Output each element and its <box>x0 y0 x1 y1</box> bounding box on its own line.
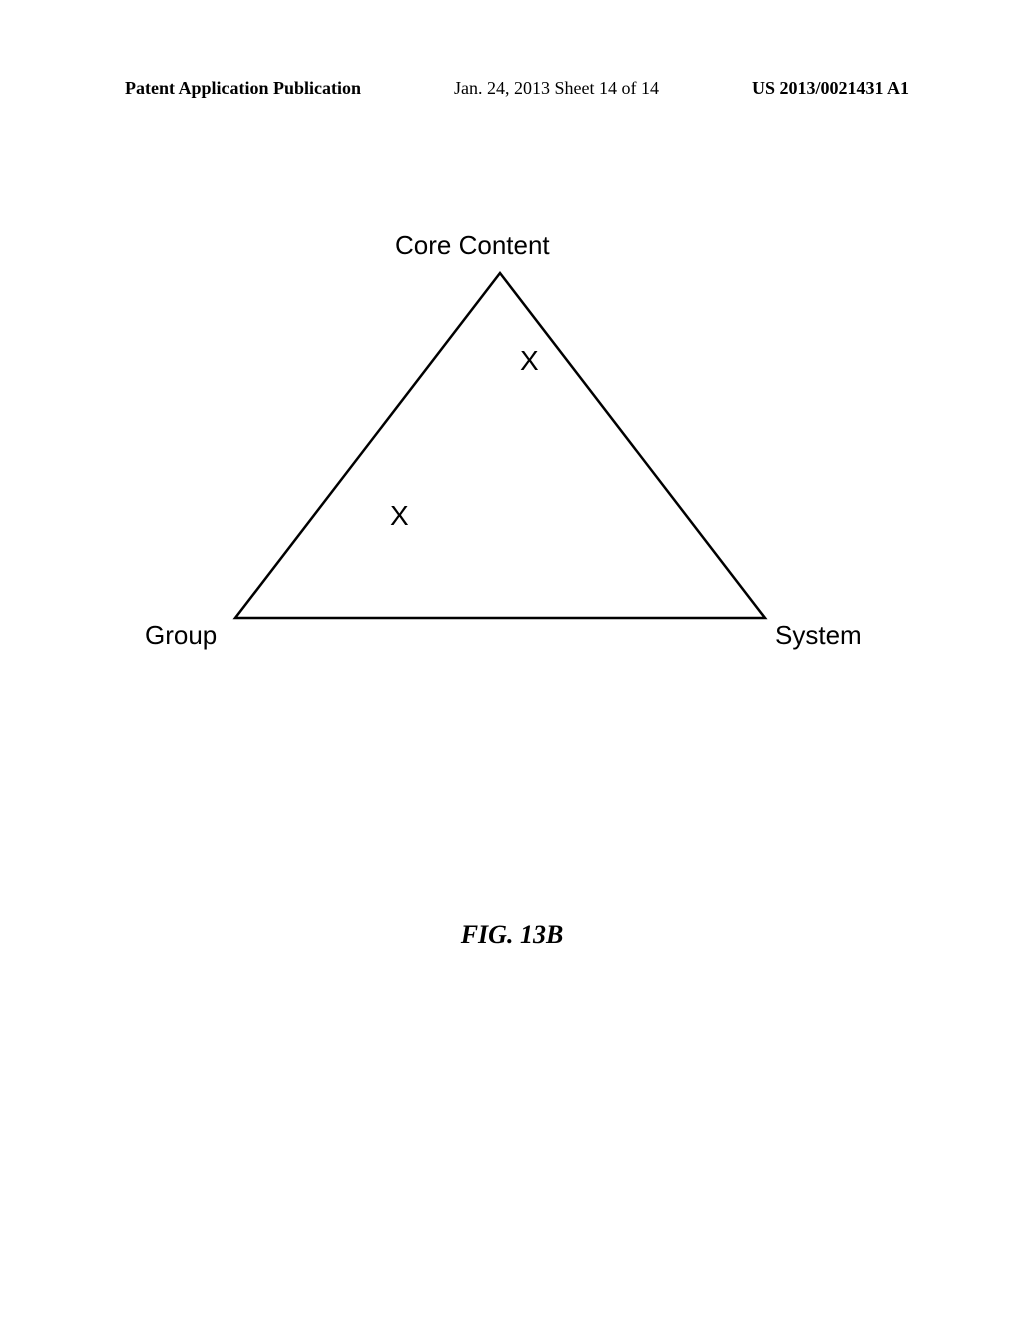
figure-caption: FIG. 13B <box>0 920 1024 950</box>
vertex-label-top: Core Content <box>395 230 550 261</box>
data-point-mark-2: X <box>390 500 409 532</box>
page-header: Patent Application Publication Jan. 24, … <box>0 78 1024 99</box>
header-publication-number: US 2013/0021431 A1 <box>752 78 909 99</box>
vertex-label-right: System <box>775 620 862 651</box>
figure-diagram: Core Content Group System X X <box>125 230 905 670</box>
triangle-shape <box>220 268 780 628</box>
vertex-label-left: Group <box>145 620 217 651</box>
data-point-mark-1: X <box>520 345 539 377</box>
header-date-sheet: Jan. 24, 2013 Sheet 14 of 14 <box>454 78 659 99</box>
header-publication-type: Patent Application Publication <box>125 78 361 99</box>
